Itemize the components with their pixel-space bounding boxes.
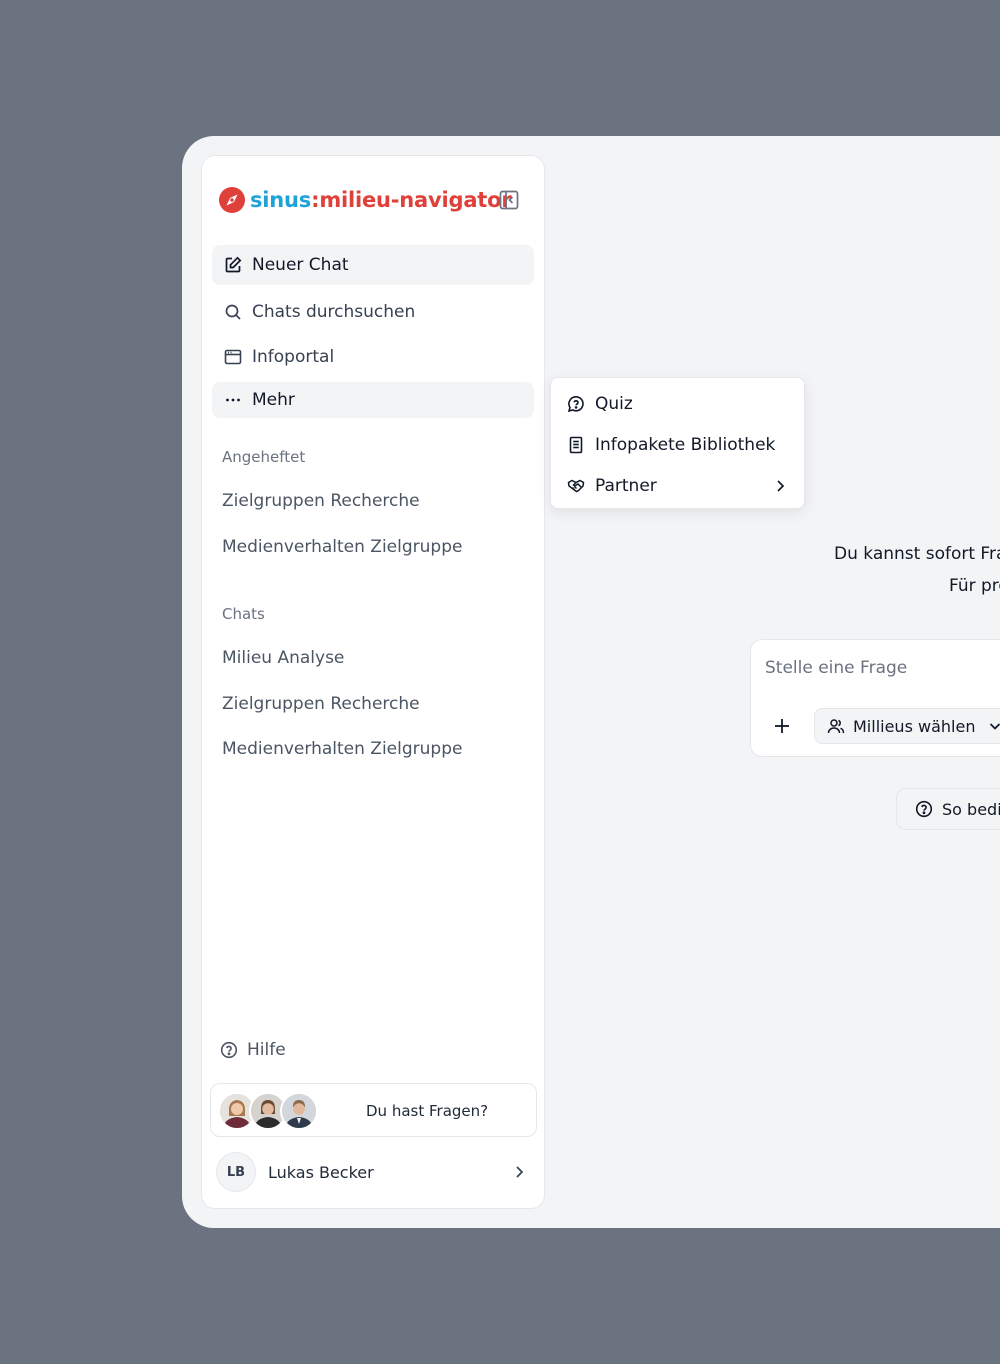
nav-label: Mehr bbox=[252, 390, 295, 410]
new-chat-button[interactable]: Neuer Chat bbox=[212, 245, 534, 285]
help-link[interactable]: Hilfe bbox=[220, 1040, 286, 1060]
help-label: Hilfe bbox=[247, 1040, 286, 1060]
menu-item-label: Infopakete Bibliothek bbox=[595, 435, 776, 455]
chat-item[interactable]: Medienverhalten Zielgruppe bbox=[222, 739, 462, 759]
user-profile-button[interactable]: LB Lukas Becker bbox=[216, 1152, 530, 1192]
plus-icon bbox=[775, 719, 789, 733]
avatar: LB bbox=[216, 1152, 256, 1192]
users-icon bbox=[827, 719, 845, 734]
brand-name: sinus:milieu-navigator bbox=[250, 188, 512, 212]
help-circle-icon bbox=[915, 800, 933, 818]
how-to-use-button[interactable]: So bedie bbox=[896, 788, 1000, 830]
more-menu-popover: Quiz Infopakete Bibliothek Partner bbox=[550, 377, 805, 509]
search-icon bbox=[225, 304, 241, 320]
intro-text-line-1: Du kannst sofort Frag bbox=[834, 544, 1000, 564]
app-window: sinus:milieu-navigator Neuer Chat Chats … bbox=[182, 136, 1000, 1228]
add-attachment-button[interactable] bbox=[771, 715, 793, 737]
sidebar-collapse-icon bbox=[499, 190, 519, 210]
menu-item-infopakete[interactable]: Infopakete Bibliothek bbox=[559, 428, 797, 462]
menu-item-quiz[interactable]: Quiz bbox=[559, 387, 797, 421]
select-milieus-button[interactable]: Millieus wählen bbox=[814, 708, 1000, 744]
search-chats-button[interactable]: Chats durchsuchen bbox=[212, 292, 534, 332]
collapse-sidebar-button[interactable] bbox=[498, 189, 520, 211]
nav-label: Infoportal bbox=[252, 347, 335, 367]
more-horizontal-icon bbox=[226, 398, 240, 402]
more-menu-button[interactable]: Mehr bbox=[212, 382, 534, 418]
chevron-down-icon bbox=[990, 723, 1000, 730]
pinned-chat-item[interactable]: Zielgruppen Recherche bbox=[222, 491, 420, 511]
avatar bbox=[280, 1092, 318, 1130]
pinned-chat-item[interactable]: Medienverhalten Zielgruppe bbox=[222, 537, 462, 557]
document-icon bbox=[569, 436, 583, 454]
menu-item-label: Quiz bbox=[595, 394, 633, 414]
chat-item[interactable]: Milieu Analyse bbox=[222, 648, 344, 668]
chevron-right-icon bbox=[777, 480, 785, 492]
user-name: Lukas Becker bbox=[268, 1162, 374, 1182]
compass-logo-icon bbox=[219, 187, 245, 213]
help-circle-icon bbox=[220, 1041, 238, 1059]
chat-question-icon bbox=[567, 395, 584, 413]
menu-item-partner[interactable]: Partner bbox=[559, 469, 797, 503]
intro-text-line-2: Für prö bbox=[949, 576, 1000, 596]
handshake-icon bbox=[567, 479, 585, 493]
browser-window-icon bbox=[224, 349, 242, 365]
chevron-right-icon bbox=[516, 1166, 524, 1178]
chat-item[interactable]: Zielgruppen Recherche bbox=[222, 694, 420, 714]
question-input[interactable] bbox=[765, 658, 1000, 678]
contact-support-card[interactable]: Du hast Fragen? bbox=[210, 1083, 537, 1137]
nav-label: Neuer Chat bbox=[252, 255, 349, 275]
infoportal-link[interactable]: Infoportal bbox=[212, 337, 534, 377]
team-avatars bbox=[218, 1092, 328, 1130]
edit-icon bbox=[225, 256, 242, 273]
question-composer: Millieus wählen bbox=[750, 639, 1000, 757]
nav-label: Chats durchsuchen bbox=[252, 302, 416, 322]
chats-section-label: Chats bbox=[222, 605, 265, 623]
menu-item-label: Partner bbox=[595, 476, 657, 496]
milieus-button-label: Millieus wählen bbox=[853, 716, 976, 736]
pinned-section-label: Angeheftet bbox=[222, 448, 306, 466]
sidebar: sinus:milieu-navigator Neuer Chat Chats … bbox=[201, 155, 545, 1209]
how-to-use-label: So bedie bbox=[942, 799, 1000, 819]
contact-label: Du hast Fragen? bbox=[366, 1102, 489, 1120]
brand-logo[interactable]: sinus:milieu-navigator bbox=[218, 186, 512, 214]
